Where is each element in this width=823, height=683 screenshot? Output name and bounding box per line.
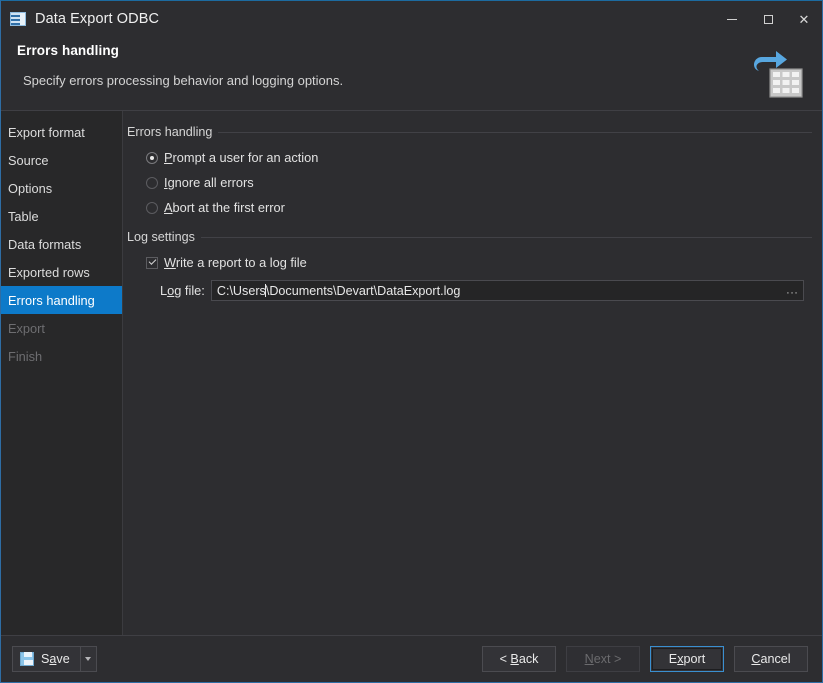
log-file-value: C:\Users\Documents\Devart\DataExport.log xyxy=(216,283,461,298)
next-button: Next > xyxy=(566,646,640,672)
save-button-group: Save xyxy=(12,646,97,672)
save-button-label: Save xyxy=(41,652,70,666)
back-button-label: < Back xyxy=(499,652,539,666)
group-label: Errors handling xyxy=(127,125,213,139)
window-controls: ✕ xyxy=(714,1,822,37)
errors-handling-group: Errors handling Prompt a user for an act… xyxy=(126,125,812,220)
footer-bar: Save < Back Next > Export Cancel xyxy=(1,636,822,682)
radio-indicator xyxy=(146,201,158,214)
sidebar-item-label: Table xyxy=(8,208,39,224)
chevron-down-icon[interactable] xyxy=(79,646,97,672)
sidebar-item-label: Export xyxy=(8,320,45,336)
sidebar-item-errors-handling[interactable]: Errors handling xyxy=(1,286,122,314)
sidebar-item-label: Export format xyxy=(8,124,85,140)
errors-handling-group-header: Errors handling xyxy=(126,125,812,139)
radio-label: Prompt a user for an action xyxy=(164,150,319,165)
radio-indicator xyxy=(146,151,158,164)
sidebar-item-data-formats[interactable]: Data formats xyxy=(1,230,122,258)
page-subtitle: Specify errors processing behavior and l… xyxy=(23,73,344,88)
back-button[interactable]: < Back xyxy=(482,646,556,672)
floppy-disk-icon xyxy=(20,652,34,666)
minimize-icon[interactable] xyxy=(714,1,750,37)
save-button[interactable]: Save xyxy=(12,646,80,672)
next-button-label: Next > xyxy=(584,652,622,666)
cancel-button-label: Cancel xyxy=(751,652,791,666)
export-button[interactable]: Export xyxy=(650,646,724,672)
page-title: Errors handling xyxy=(17,43,120,58)
export-button-label: Export xyxy=(668,652,706,666)
sidebar-item-export-format[interactable]: Export format xyxy=(1,118,122,146)
sidebar-item-label: Options xyxy=(8,180,53,196)
ellipsis-icon[interactable]: ... xyxy=(784,282,801,299)
checkbox-write-report-to-log-file[interactable]: Write a report to a log file xyxy=(126,250,812,275)
sidebar-item-finish: Finish xyxy=(1,342,122,370)
wizard-nav-buttons: < Back Next > Export Cancel xyxy=(482,646,808,672)
export-table-arrow-icon xyxy=(748,49,804,101)
group-divider xyxy=(200,236,812,238)
sidebar-item-source[interactable]: Source xyxy=(1,146,122,174)
data-export-wizard-window: Data Export ODBC ✕ Errors handling Speci… xyxy=(0,0,823,683)
grid-table-icon xyxy=(10,12,26,26)
log-file-input[interactable]: C:\Users\Documents\Devart\DataExport.log… xyxy=(210,280,804,301)
log-settings-group: Log settings Write a report to a log fil… xyxy=(126,230,812,301)
group-divider xyxy=(218,131,812,133)
title-bar[interactable]: Data Export ODBC ✕ xyxy=(1,1,822,37)
sidebar-item-label: Source xyxy=(8,152,49,168)
sidebar-item-label: Exported rows xyxy=(8,264,90,280)
maximize-icon[interactable] xyxy=(750,1,786,37)
checkbox-label: Write a report to a log file xyxy=(164,255,307,270)
wizard-body: Export format Source Options Table Data … xyxy=(1,111,822,636)
radio-indicator xyxy=(146,176,158,189)
radio-label: Abort at the first error xyxy=(164,200,285,215)
close-icon[interactable]: ✕ xyxy=(786,1,822,37)
sidebar-item-table[interactable]: Table xyxy=(1,202,122,230)
sidebar-item-label: Data formats xyxy=(8,236,82,252)
sidebar-item-exported-rows[interactable]: Exported rows xyxy=(1,258,122,286)
window-title: Data Export ODBC xyxy=(35,11,160,27)
wizard-steps-sidebar: Export format Source Options Table Data … xyxy=(1,111,123,635)
checkbox-indicator xyxy=(146,256,158,269)
radio-abort-at-first-error[interactable]: Abort at the first error xyxy=(126,195,812,220)
page-content: Errors handling Prompt a user for an act… xyxy=(123,111,822,635)
cancel-button[interactable]: Cancel xyxy=(734,646,808,672)
group-label: Log settings xyxy=(127,230,195,244)
radio-ignore-all-errors[interactable]: Ignore all errors xyxy=(126,170,812,195)
radio-label: Ignore all errors xyxy=(164,175,254,190)
sidebar-item-label: Errors handling xyxy=(8,292,95,308)
sidebar-item-options[interactable]: Options xyxy=(1,174,122,202)
sidebar-item-label: Finish xyxy=(8,348,43,364)
log-settings-group-header: Log settings xyxy=(126,230,812,244)
log-file-label: Log file: xyxy=(160,283,205,298)
log-file-row: Log file: C:\Users\Documents\Devart\Data… xyxy=(126,280,812,301)
radio-prompt-user-for-action[interactable]: Prompt a user for an action xyxy=(126,145,812,170)
sidebar-item-export: Export xyxy=(1,314,122,342)
page-header: Errors handling Specify errors processin… xyxy=(1,37,822,111)
